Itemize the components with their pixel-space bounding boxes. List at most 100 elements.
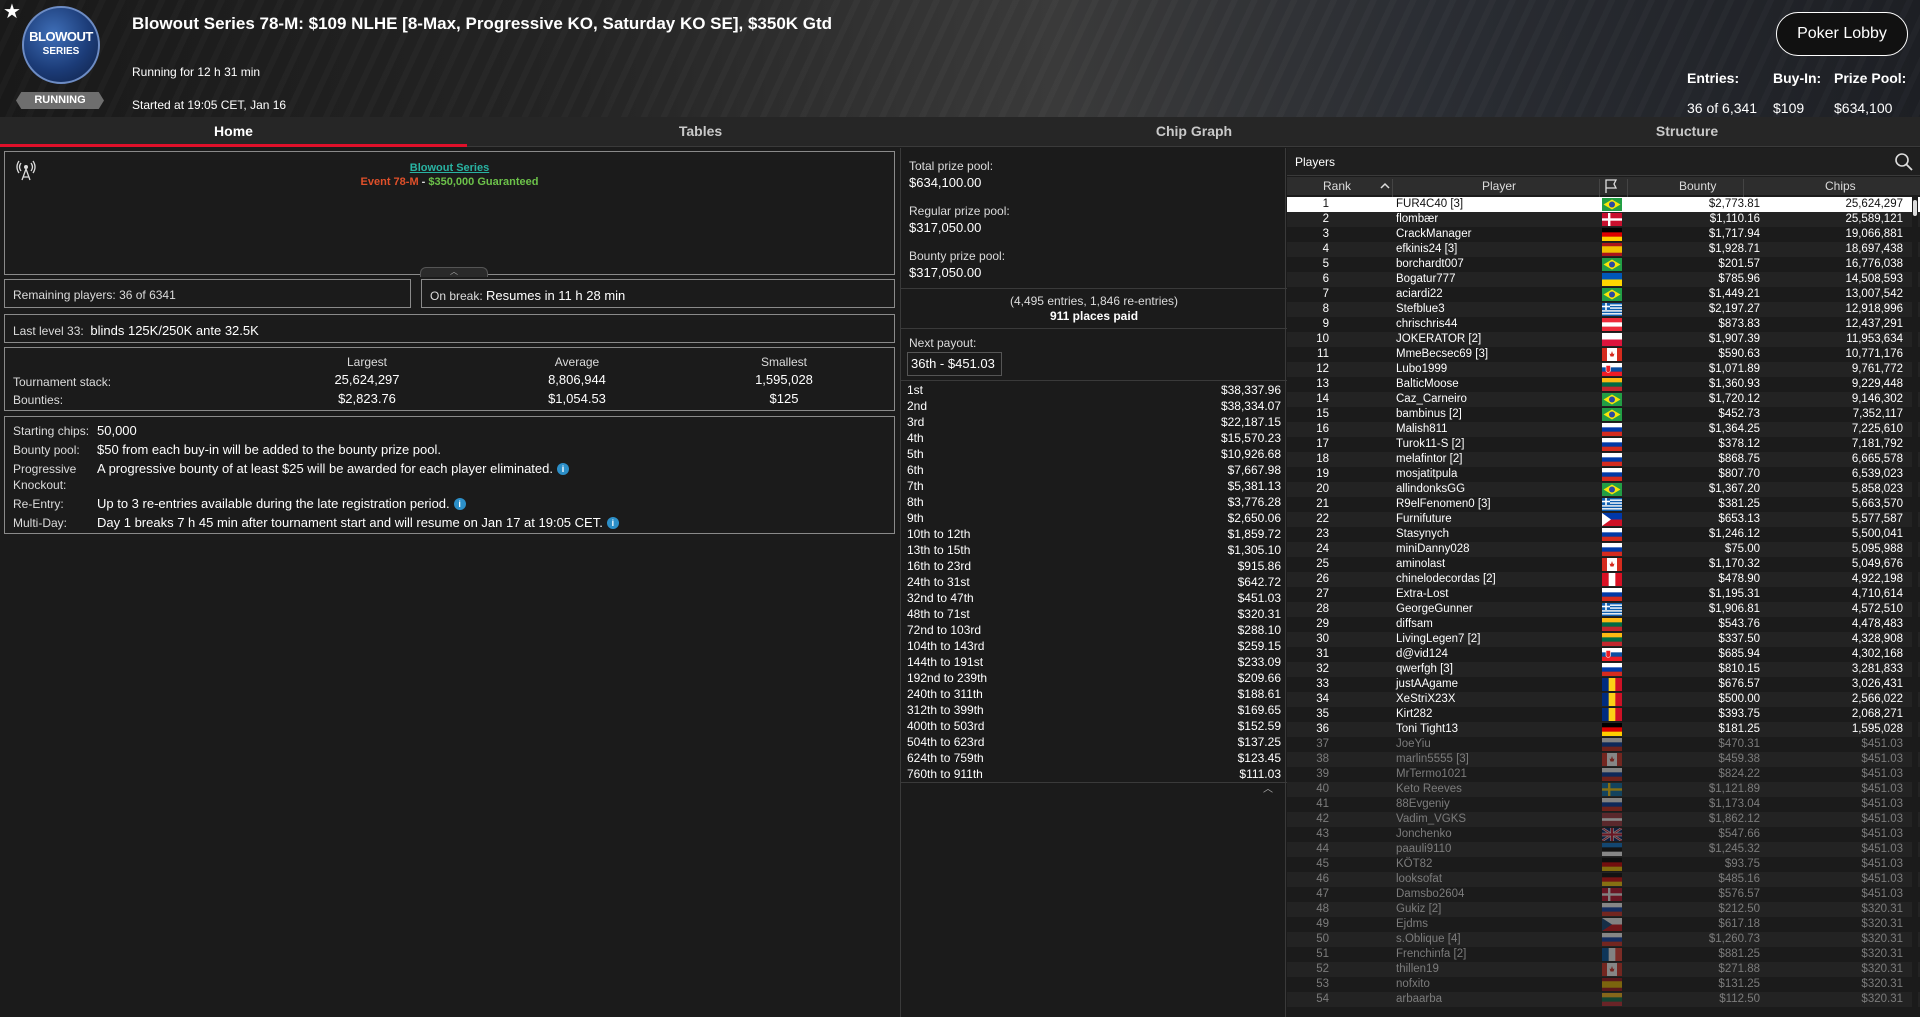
payout-row: 4th $15,570.23 [901, 430, 1287, 446]
player-row[interactable]: 17 Turok11-S [2] $378.12 7,181,792 [1287, 437, 1920, 452]
player-row[interactable]: 21 R9elFenomen0 [3] $381.25 5,663,570 [1287, 497, 1920, 512]
tab-chip-graph[interactable]: Chip Graph [934, 117, 1454, 146]
search-icon[interactable] [1893, 151, 1915, 173]
payout-row: 16th to 23rd $915.86 [901, 558, 1287, 574]
sort-arrow-icon[interactable] [1379, 180, 1391, 195]
player-row[interactable]: 24 miniDanny028 $75.00 5,095,988 [1287, 542, 1920, 557]
player-row[interactable]: 1 FUR4C40 [3] $2,773.81 25,624,297 [1287, 197, 1920, 212]
player-row[interactable]: 39 MrTermo1021 $824.22 $451.03 [1287, 767, 1920, 782]
player-row[interactable]: 47 Damsbo2604 $576.57 $451.03 [1287, 887, 1920, 902]
column-bounty[interactable]: Bounty [1679, 179, 1716, 193]
player-row[interactable]: 19 mosjatitpula $807.70 6,539,023 [1287, 467, 1920, 482]
player-row[interactable]: 6 Bogatur777 $785.96 14,508,593 [1287, 272, 1920, 287]
player-row[interactable]: 10 JOKERATOR [2] $1,907.39 11,953,634 [1287, 332, 1920, 347]
player-chips: 5,577,587 [1851, 513, 1903, 525]
banner-series-link[interactable]: Blowout Series [5, 162, 894, 174]
buyin-stat: Buy-In: $109 [1773, 70, 1821, 116]
poker-lobby-button[interactable]: Poker Lobby [1776, 12, 1908, 56]
player-row[interactable]: 27 Extra-Lost $1,195.31 4,710,614 [1287, 587, 1920, 602]
prizepool-stat: Prize Pool: $634,100 [1834, 70, 1906, 116]
players-list[interactable]: 1 FUR4C40 [3] $2,773.81 25,624,297 2 flombær $… [1287, 197, 1920, 1017]
player-row[interactable]: 25 aminolast $1,170.32 5,049,676 [1287, 557, 1920, 572]
payout-place: 48th to 71st [907, 607, 970, 621]
player-row[interactable]: 50 s.Oblique [4] $1,260.73 $320.31 [1287, 932, 1920, 947]
player-row[interactable]: 36 Toni Tight13 $181.25 1,595,028 [1287, 722, 1920, 737]
payout-row: 24th to 31st $642.72 [901, 574, 1287, 590]
player-chips: $451.03 [1861, 813, 1903, 825]
tab-tables[interactable]: Tables [467, 117, 934, 146]
info-icon[interactable]: i [606, 517, 619, 529]
player-row[interactable]: 32 qwerfgh [3] $810.15 3,281,833 [1287, 662, 1920, 677]
player-row[interactable]: 16 Malish811 $1,364.25 7,225,610 [1287, 422, 1920, 437]
star-icon[interactable]: ★ [3, 2, 23, 22]
player-row[interactable]: 7 aciardi22 $1,449.21 13,007,542 [1287, 287, 1920, 302]
running-duration: Running for 12 h 31 min [132, 65, 261, 79]
column-divider [1392, 179, 1393, 197]
player-row[interactable]: 26 chinelodecordas [2] $478.90 4,922,198 [1287, 572, 1920, 587]
info-icon[interactable]: i [556, 463, 569, 475]
payout-amount: $259.15 [1237, 639, 1281, 653]
column-divider [1743, 179, 1744, 197]
player-row[interactable]: 18 melafintor [2] $868.75 6,665,578 [1287, 452, 1920, 467]
payout-amount: $22,187.15 [1220, 415, 1281, 429]
payout-row: 13th to 15th $1,305.10 [901, 542, 1287, 558]
player-row[interactable]: 2 flombær $1,110.16 25,589,121 [1287, 212, 1920, 227]
player-row[interactable]: 31 d@vid124 $685.94 4,302,168 [1287, 647, 1920, 662]
player-row[interactable]: 37 JoeYiu $470.31 $451.03 [1287, 737, 1920, 752]
player-row[interactable]: 43 Jonchenko $547.66 $451.03 [1287, 826, 1920, 843]
player-row[interactable]: 13 BalticMoose $1,360.93 9,229,448 [1287, 377, 1920, 392]
player-row[interactable]: 29 diffsam $543.76 4,478,483 [1287, 617, 1920, 632]
flag-icon[interactable] [1603, 178, 1619, 197]
player-row[interactable]: 48 Gukiz [2] $212.50 $320.31 [1287, 902, 1920, 917]
player-row[interactable]: 42 Vadim_VGKS $1,862.12 $451.03 [1287, 812, 1920, 827]
column-chips[interactable]: Chips [1825, 179, 1856, 193]
player-row[interactable]: 30 LivingLegen7 [2] $337.50 4,328,908 [1287, 632, 1920, 647]
player-row[interactable]: 41 88Evgeniy $1,173.04 $451.03 [1287, 797, 1920, 812]
player-row[interactable]: 34 XeStriX23X $500.00 2,566,022 [1287, 692, 1920, 707]
break-status-box: On break: Resumes in 11 h 28 min [421, 279, 895, 308]
player-row[interactable]: 11 MmeBecsec69 [3] $590.63 10,771,176 [1287, 347, 1920, 362]
player-row[interactable]: 35 Kirt282 $393.75 2,068,271 [1287, 707, 1920, 722]
pko-label-line2: Knockout: [13, 478, 67, 492]
player-row[interactable]: 8 Stefblue3 $2,197.27 12,918,996 [1287, 302, 1920, 317]
player-row[interactable]: 14 Caz_Carneiro $1,720.12 9,146,302 [1287, 392, 1920, 407]
player-row[interactable]: 53 nofxito $131.25 $320.31 [1287, 977, 1920, 992]
player-row[interactable]: 3 CrackManager $1,717.94 19,066,881 [1287, 227, 1920, 242]
column-rank[interactable]: Rank [1323, 179, 1351, 193]
player-row[interactable]: 44 paauli9110 $1,245.32 $451.03 [1287, 842, 1920, 857]
payout-row: 192nd to 239th $209.66 [901, 670, 1287, 686]
scrollbar[interactable] [1912, 197, 1918, 1017]
player-row[interactable]: 49 Ejdms $617.18 $320.31 [1287, 917, 1920, 932]
player-row[interactable]: 4 efkinis24 [3] $1,928.71 18,697,438 [1287, 242, 1920, 257]
player-row[interactable]: 38 marlin5555 [3] $459.38 $451.03 [1287, 752, 1920, 767]
player-row[interactable]: 40 Keto Reeves $1,121.89 $451.03 [1287, 782, 1920, 797]
player-row[interactable]: 12 Lubo1999 $1,071.89 9,761,772 [1287, 362, 1920, 377]
player-row[interactable]: 33 justAAgame $676.57 3,026,431 [1287, 677, 1920, 692]
player-row[interactable]: 9 chrischris44 $873.83 12,437,291 [1287, 317, 1920, 332]
chevron-up-icon[interactable]: ︿ [1263, 780, 1273, 795]
tab-home[interactable]: Home [0, 117, 467, 147]
payout-amount: $188.61 [1237, 687, 1281, 701]
player-row[interactable]: 51 Frenchinfa [2] $881.25 $320.31 [1287, 947, 1920, 962]
player-row[interactable]: 22 Furnifuture $653.13 5,577,587 [1287, 512, 1920, 527]
player-row[interactable]: 23 Stasynych $1,246.12 5,500,041 [1287, 527, 1920, 542]
player-chips: $451.03 [1861, 873, 1903, 885]
chevron-up-icon[interactable]: ︿ [420, 267, 488, 277]
payout-place: 8th [907, 495, 924, 509]
scrollbar-thumb[interactable] [1913, 200, 1917, 216]
player-row[interactable]: 20 allindonksGG $1,367.20 5,858,023 [1287, 482, 1920, 497]
player-row[interactable]: 28 GeorgeGunner $1,906.81 4,572,510 [1287, 602, 1920, 617]
payout-amount: $3,776.28 [1227, 495, 1281, 509]
player-row[interactable]: 5 borchardt007 $201.57 16,776,038 [1287, 257, 1920, 272]
player-row[interactable]: 46 looksofat $485.16 $451.03 [1287, 872, 1920, 887]
payout-place: 624th to 759th [907, 751, 984, 765]
player-row[interactable]: 45 KÖT82 $93.75 $451.03 [1287, 857, 1920, 872]
player-row[interactable]: 15 bambinus [2] $452.73 7,352,117 [1287, 407, 1920, 422]
player-row[interactable]: 52 thillen19 $271.88 $320.31 [1287, 962, 1920, 977]
break-value: Resumes in 11 h 28 min [486, 288, 626, 303]
tab-structure[interactable]: Structure [1454, 117, 1920, 146]
banner-guarantee: $350,000 Guaranteed [428, 176, 539, 188]
column-player[interactable]: Player [1482, 179, 1516, 193]
player-row[interactable]: 54 arbaarba $112.50 $320.31 [1287, 992, 1920, 1007]
info-icon[interactable]: i [453, 498, 466, 510]
